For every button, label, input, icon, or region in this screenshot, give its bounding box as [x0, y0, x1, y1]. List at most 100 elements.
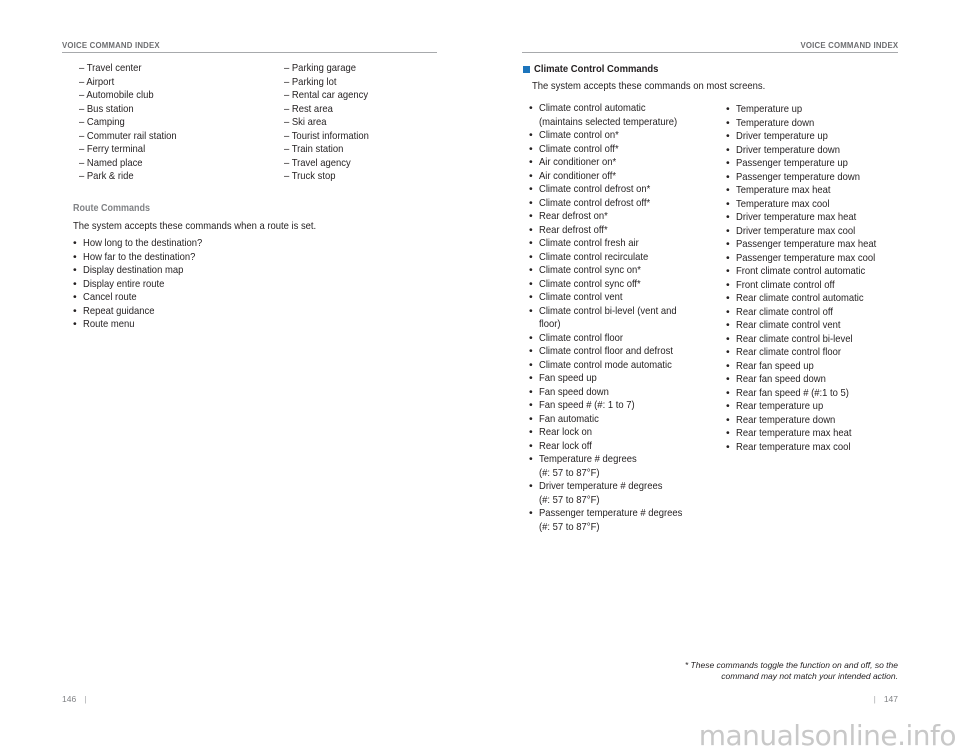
header-rule	[522, 52, 898, 53]
climate-command-item: Fan speed # (#: 1 to 7)	[529, 399, 698, 413]
climate-command-item: Climate control on*	[529, 129, 698, 143]
climate-command-item-text: Climate control recirculate	[539, 250, 649, 263]
climate-command-item: Rear temperature up	[726, 400, 892, 414]
climate-command-item-text: Rear fan speed up	[736, 359, 814, 372]
place-category-item-text: – Train station	[284, 143, 344, 155]
climate-command-item: Front climate control automatic	[726, 265, 892, 279]
place-category-item: – Truck stop	[284, 170, 378, 184]
route-commands-list: How long to the destination?How far to t…	[73, 237, 216, 332]
climate-command-item-text: Passenger temperature # degrees	[539, 507, 683, 519]
climate-command-item-text: Rear temperature max heat	[736, 427, 852, 439]
climate-command-item-text: Climate control fresh air	[539, 237, 639, 249]
climate-command-item: Rear temperature max cool	[726, 441, 892, 455]
place-category-item: – Commuter rail station	[79, 130, 188, 144]
route-commands-intro: The system accepts these commands when a…	[73, 220, 343, 233]
climate-command-item: Fan speed up	[529, 372, 698, 386]
climate-command-item-text: Rear climate control vent	[736, 319, 841, 331]
climate-command-item-text: Rear temperature max cool	[736, 440, 851, 453]
climate-command-item: Rear fan speed up	[726, 360, 892, 374]
climate-command-item-text: Rear defrost off*	[539, 223, 608, 236]
climate-command-item: Climate control bi-level (vent andfloor)	[529, 305, 698, 332]
climate-commands-list-2: Temperature upTemperature downDriver tem…	[726, 103, 892, 454]
climate-command-item-text: Fan automatic	[539, 412, 599, 425]
climate-command-item: Driver temperature # degrees(#: 57 to 87…	[529, 480, 698, 507]
climate-command-item: Driver temperature max cool	[726, 225, 892, 239]
climate-command-item: Rear climate control bi-level	[726, 333, 892, 347]
climate-command-item-text: Air conditioner off*	[539, 169, 617, 182]
climate-command-item-text: Fan speed up	[539, 372, 597, 384]
climate-control-intro: The system accepts these commands on mos…	[532, 80, 791, 93]
climate-command-item-text: Air conditioner on*	[539, 156, 617, 168]
place-category-item-text: – Travel agency	[284, 156, 351, 169]
footnote: * These commands toggle the function on …	[685, 660, 898, 682]
climate-command-item: Rear climate control automatic	[726, 292, 892, 306]
climate-command-item-text: Temperature max cool	[736, 197, 830, 210]
climate-command-item-text: Passenger temperature down	[736, 170, 860, 183]
climate-command-item: Rear temperature max heat	[726, 427, 892, 441]
climate-command-item-text: Driver temperature # degrees	[539, 480, 663, 492]
climate-command-item: Climate control sync off*	[529, 278, 698, 292]
place-category-item: – Automobile club	[79, 89, 188, 103]
route-command-item-text: How far to the destination?	[83, 250, 196, 263]
climate-command-item: Rear fan speed down	[726, 373, 892, 387]
route-command-item: Display entire route	[73, 278, 216, 292]
climate-control-heading-text: Climate Control Commands	[534, 63, 659, 75]
route-command-item-text: How long to the destination?	[83, 237, 203, 249]
climate-command-item-text: Rear climate control bi-level	[736, 332, 853, 345]
page-number-left: 146 |	[62, 694, 94, 704]
climate-command-item: Climate control mode automatic	[529, 359, 698, 373]
route-command-item-text: Route menu	[83, 318, 135, 330]
climate-command-item: Temperature max cool	[726, 198, 892, 212]
climate-command-item-text: Climate control vent	[539, 291, 623, 303]
header-rule	[62, 52, 437, 53]
climate-command-item: Rear climate control floor	[726, 346, 892, 360]
place-category-list-2: – Parking garage – Parking lot – Rental ca…	[284, 62, 378, 184]
footnote-line: command may not match your intended acti…	[721, 671, 898, 681]
climate-command-item: Climate control fresh air	[529, 237, 698, 251]
place-category-item: – Train station	[284, 143, 378, 157]
climate-command-item: Temperature up	[726, 103, 892, 117]
route-command-item-text: Repeat guidance	[83, 304, 155, 317]
place-category-item-text: – Rest area	[284, 102, 333, 115]
running-head: VOICE COMMAND INDEX	[800, 40, 898, 50]
climate-command-item: Passenger temperature up	[726, 157, 892, 171]
route-command-item: Repeat guidance	[73, 305, 216, 319]
climate-command-item: Rear defrost on*	[529, 210, 698, 224]
climate-command-item-text: Climate control defrost off*	[539, 196, 651, 209]
climate-command-item: Temperature max heat	[726, 184, 892, 198]
route-commands-heading-text: Route Commands	[73, 203, 151, 214]
climate-command-item-text: Climate control on*	[539, 129, 619, 141]
climate-command-item-text: (#: 57 to 87°F)	[539, 466, 600, 479]
place-category-item: – Travel center	[79, 62, 188, 76]
place-category-item-text: – Parking lot	[284, 75, 337, 88]
page-separator: |	[84, 694, 87, 704]
route-command-item: Cancel route	[73, 291, 216, 305]
climate-command-item-text: (maintains selected temperature)	[539, 115, 678, 128]
climate-command-item: Rear lock off	[529, 440, 698, 454]
climate-command-item-text: Rear fan speed down	[736, 373, 826, 385]
climate-command-item: Rear climate control off	[726, 306, 892, 320]
place-category-item: – Ferry terminal	[79, 143, 188, 157]
climate-command-item-text: (#: 57 to 87°F)	[539, 520, 600, 533]
place-category-item: – Rental car agency	[284, 89, 378, 103]
climate-command-item-text: Climate control bi-level (vent and	[539, 304, 677, 317]
climate-command-item-text: Temperature up	[736, 103, 803, 115]
climate-command-item-text: Driver temperature up	[736, 130, 828, 142]
route-command-item-text: Display entire route	[83, 277, 165, 290]
place-category-item-text: – Automobile club	[79, 89, 154, 101]
place-category-item-text: – Named place	[79, 156, 143, 169]
route-command-item: Display destination map	[73, 264, 216, 278]
climate-command-item: Passenger temperature max heat	[726, 238, 892, 252]
climate-command-item: Climate control floor and defrost	[529, 345, 698, 359]
place-category-item: – Bus station	[79, 103, 188, 117]
place-category-item-text: – Airport	[79, 75, 115, 88]
place-category-item-text: – Bus station	[79, 102, 134, 115]
route-command-item: How long to the destination?	[73, 237, 216, 251]
climate-command-item-text: Temperature max heat	[736, 184, 831, 196]
page-number: 147	[883, 694, 898, 704]
climate-command-item-text: Rear temperature down	[736, 413, 836, 426]
climate-command-item: Air conditioner off*	[529, 170, 698, 184]
climate-commands-list-1: Climate control automatic(maintains sele…	[529, 102, 698, 534]
route-commands-heading: Route Commands	[73, 203, 159, 214]
climate-command-item: Climate control floor	[529, 332, 698, 346]
